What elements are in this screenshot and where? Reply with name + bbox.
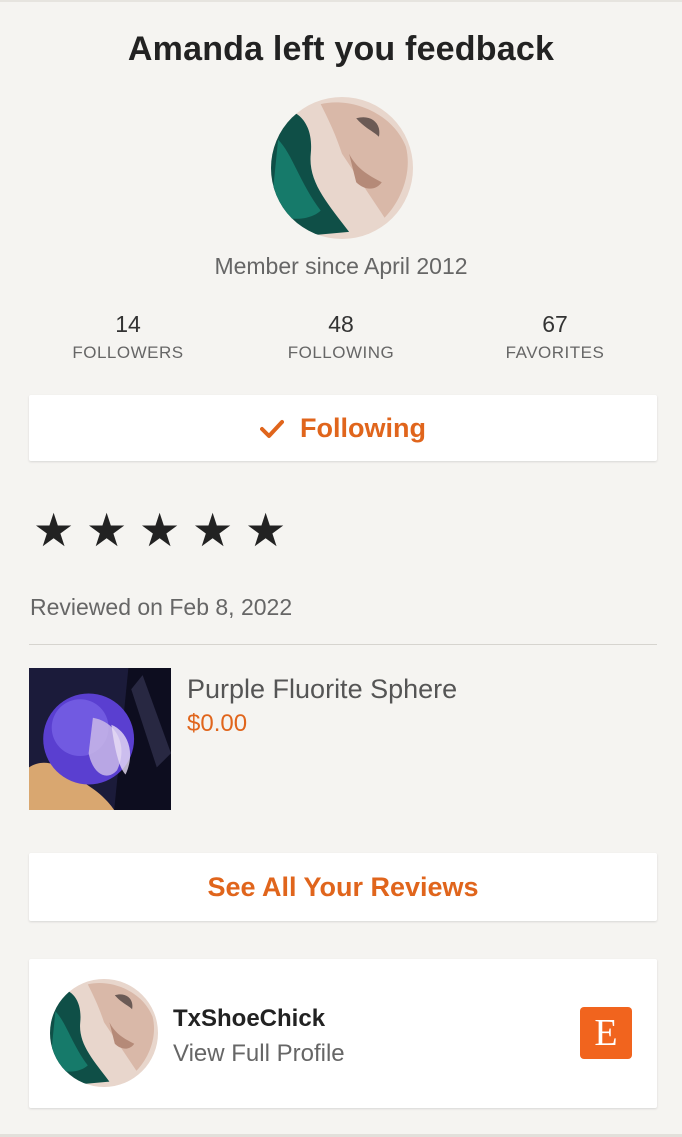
stat-followers[interactable]: 14 FOLLOWERS xyxy=(28,310,228,368)
stat-value: 67 xyxy=(542,311,568,337)
product-photo xyxy=(29,668,171,810)
page-title: Amanda left you feedback xyxy=(127,30,555,68)
review-date: Reviewed on Feb 8, 2022 xyxy=(30,594,293,620)
stat-value: 48 xyxy=(328,311,354,337)
shop-name: TxShoeChick xyxy=(173,1005,326,1032)
divider xyxy=(29,644,657,645)
avatar-photo xyxy=(271,97,413,239)
see-all-reviews-label: See All Your Reviews xyxy=(207,871,479,902)
star-icon: ★ xyxy=(139,503,181,557)
stat-favorites[interactable]: 67 FAVORITES xyxy=(455,310,655,368)
etsy-logo-icon: E xyxy=(580,1007,632,1059)
star-icon: ★ xyxy=(33,503,75,557)
stat-label: FAVORITES xyxy=(505,343,605,362)
shop-avatar-photo xyxy=(50,979,158,1087)
shop-avatar[interactable] xyxy=(50,979,158,1087)
product-name[interactable]: Purple Fluorite Sphere xyxy=(187,674,457,705)
checkmark-icon xyxy=(260,415,284,438)
view-profile-link[interactable]: View Full Profile xyxy=(173,1040,345,1068)
member-since: Member since April 2012 xyxy=(214,253,468,279)
star-icon: ★ xyxy=(86,503,128,557)
see-all-reviews-button[interactable]: See All Your Reviews xyxy=(29,853,657,921)
product-image[interactable] xyxy=(29,668,171,810)
top-divider xyxy=(0,0,682,2)
product-price: $0.00 xyxy=(187,710,248,737)
stat-value: 14 xyxy=(115,311,141,337)
stat-label: FOLLOWERS xyxy=(72,343,184,362)
star-rating: ★ ★ ★ ★ ★ xyxy=(33,505,298,555)
stat-following[interactable]: 48 FOLLOWING xyxy=(241,310,441,368)
following-button-label: Following xyxy=(300,412,426,443)
following-button[interactable]: Following xyxy=(29,395,657,461)
avatar[interactable] xyxy=(271,97,413,239)
star-icon: ★ xyxy=(192,503,234,557)
stat-label: FOLLOWING xyxy=(287,343,395,362)
star-icon: ★ xyxy=(245,503,287,557)
